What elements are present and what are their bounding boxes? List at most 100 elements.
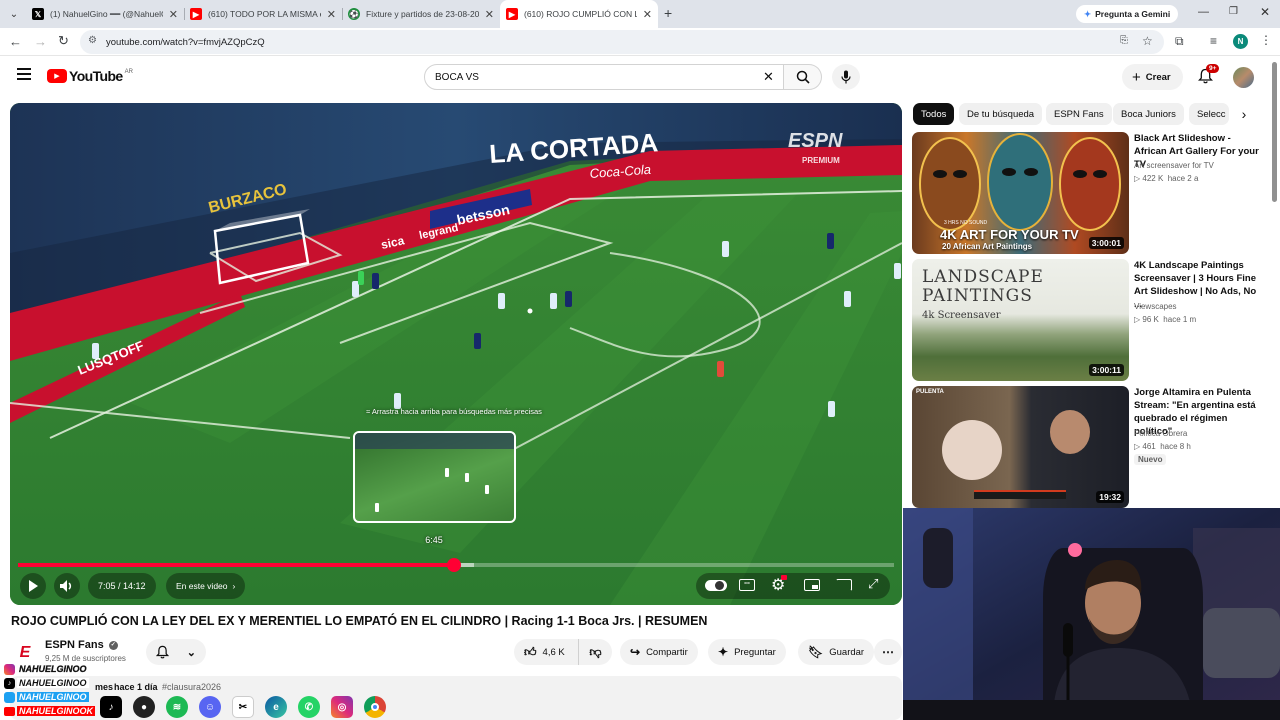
twitter-icon [4,691,15,703]
espn-watermark: ESPN [788,130,843,152]
play-button[interactable] [20,573,46,599]
search-button[interactable] [784,64,822,90]
channel-name[interactable]: Política Obrera [1134,429,1187,438]
time-display: 7:05 / 14:12 [88,573,156,599]
thumbnail[interactable]: 3 HRS NO SOUND 4K ART FOR YOUR TV 20 Afr… [912,132,1129,254]
back-icon[interactable]: ← [9,34,22,49]
tab-title: Fixture y partidos de 23-08-2025 [366,9,479,19]
discord-icon[interactable]: ☺ [199,696,221,718]
account-avatar[interactable] [1233,67,1254,88]
search-input[interactable]: BOCA VS ✕ [424,64,784,90]
close-icon[interactable]: ✕ [327,8,336,21]
clear-search-icon[interactable]: ✕ [763,69,774,85]
notifications-button[interactable]: 9+ [1198,64,1220,89]
profile-avatar[interactable]: N [1233,34,1248,49]
share-label: Compartir [646,646,688,658]
channel-name[interactable]: Art screensaver for TV [1134,161,1214,170]
reading-list-icon[interactable]: ≡ [1210,34,1217,48]
tab-youtube-1[interactable]: ▶ (610) TODO POR LA MISMA en ✕ [184,0,342,28]
taskbar: ♪ ● ≋ ☺ ✂ e ✆ ◎ [100,694,386,720]
create-button[interactable]: + Crear [1122,64,1183,90]
address-bar[interactable]: ⚙ youtube.com/watch?v=fmvjAZQpCzQ ⎘ ☆ [80,30,1164,54]
fullscreen-icon[interactable]: ⤢ [868,576,878,592]
capcut-icon[interactable]: ✂ [232,696,254,718]
chip-todos[interactable]: Todos [913,103,955,125]
tab-title: (610) TODO POR LA MISMA en [208,9,321,19]
whatsapp-icon[interactable]: ✆ [298,696,320,718]
recommendation-card[interactable]: 3 HRS NO SOUND 4K ART FOR YOUR TV 20 Afr… [912,132,1272,254]
voice-search-button[interactable] [832,64,860,90]
progress-bar[interactable] [18,558,894,572]
bookmark-star-icon[interactable]: ☆ [1142,34,1153,48]
tiktok-icon: ♪ [4,677,15,689]
tab-search-icon[interactable]: ⌄ [6,6,22,22]
forward-icon[interactable]: → [34,34,47,49]
chevron-right-icon: › [232,581,236,591]
reload-icon[interactable]: ↻ [58,33,69,49]
browser-menu-icon[interactable]: ⋮ [1260,33,1272,47]
tab-youtube-active[interactable]: ▶ (610) ROJO CUMPLIÓ CON LA LEY ✕ [500,0,658,28]
site-info-icon[interactable]: ⚙ [88,35,97,46]
close-icon[interactable]: ✕ [643,8,652,21]
instagram-app-icon[interactable]: ◎ [331,696,353,718]
page-scrollbar[interactable] [1272,62,1277,202]
chevrons-up-icon: ≈ [366,407,371,416]
x-icon: 𝕏 [32,8,44,20]
video-frame: ESPN PREMIUM LA CORTADA betsson legrand … [10,103,902,605]
youtube-logo[interactable]: ▶ YouTube AR [47,68,133,84]
spotify-icon[interactable]: ≋ [166,696,188,718]
more-actions-button[interactable]: ⋯ [874,639,902,665]
window-close-button[interactable]: ✕ [1260,5,1270,19]
close-icon[interactable]: ✕ [169,8,178,21]
chrome-icon[interactable] [364,696,386,718]
gemini-button[interactable]: ✦ Pregunta a Gemini [1076,5,1179,23]
plus-icon: + [1132,68,1141,86]
chip-de-tu-busqueda[interactable]: De tu búsqueda [959,103,1043,125]
volume-button[interactable] [54,573,80,599]
chip-espn-fans[interactable]: ESPN Fans [1046,103,1112,125]
thumb-caption-line1: LANDSCAPE [922,267,1044,287]
ask-button[interactable]: ✦ Preguntar [708,639,786,665]
minimize-button[interactable]: — [1198,6,1209,18]
instagram-icon [4,663,15,675]
settings-gear-icon[interactable]: ⚙ [771,575,787,595]
social-tiktok-row: ♪ NAHUELGINOO [4,676,102,690]
restore-button[interactable]: ❐ [1229,6,1238,17]
tiktok-app-icon[interactable]: ♪ [100,696,122,718]
duration-badge: 3:00:11 [1089,364,1124,376]
edge-icon[interactable]: e [265,696,287,718]
install-icon[interactable]: ⎘ [1120,35,1128,46]
tab-fixture[interactable]: ⚽ Fixture y partidos de 23-08-2025 ✕ [342,0,500,28]
tab-twitter[interactable]: 𝕏 (1) NahuelGino ━━ (@NahuelGino) ✕ [26,0,184,28]
cast-icon[interactable] [836,579,852,591]
chips-next-button[interactable]: › [1232,103,1256,125]
autoplay-toggle[interactable] [705,580,727,591]
channel-name-main[interactable]: ESPN Fans ✓ [45,639,118,651]
like-button[interactable]: 👍︎ 4,6 K [514,639,578,665]
miniplayer-icon[interactable] [804,579,820,591]
view-count: 96 K [1142,315,1159,324]
share-button[interactable]: ↪ Compartir [620,639,698,665]
obs-icon[interactable]: ● [133,696,155,718]
save-button[interactable]: 🔖︎ Guardar [798,639,875,665]
chip-selecciones[interactable]: Selecc [1189,103,1229,125]
chip-boca-juniors[interactable]: Boca Juniors [1113,103,1184,125]
thumbnail[interactable]: PULENTA 19:32 [912,386,1129,508]
hamburger-menu-icon[interactable] [17,68,31,80]
microphone-icon [841,70,851,84]
subscription-bell-button[interactable]: ⌄ [146,639,206,665]
recommendation-card[interactable]: PULENTA 19:32 Jorge Altamira en Pulenta … [912,386,1272,508]
channel-name[interactable]: Viewscapes [1134,302,1177,311]
webcam-overlay [903,508,1280,720]
subtitles-icon[interactable]: == [739,579,755,591]
video-player[interactable]: ESPN PREMIUM LA CORTADA betsson legrand … [10,103,902,605]
chapters-button[interactable]: En este video › [166,573,246,599]
recommendation-card[interactable]: LANDSCAPE PAINTINGS 4k Screensaver 3:00:… [912,259,1272,381]
verified-icon: ✓ [108,640,118,650]
new-tab-button[interactable]: + [664,5,672,21]
social-handle: NAHUELGINOOK [17,706,95,716]
close-icon[interactable]: ✕ [485,8,494,21]
dislike-button[interactable]: 👎︎ [578,639,612,665]
thumbnail[interactable]: LANDSCAPE PAINTINGS 4k Screensaver 3:00:… [912,259,1129,381]
extensions-icon[interactable]: ⧉ [1175,34,1184,49]
